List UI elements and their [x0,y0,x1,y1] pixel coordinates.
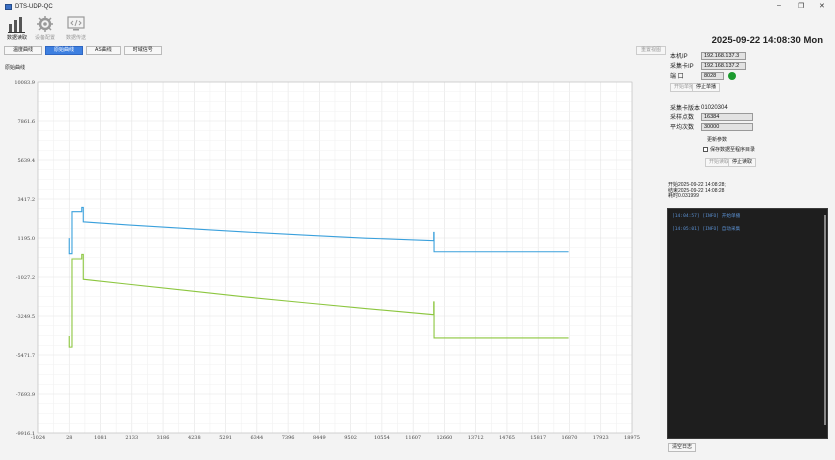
y-tick-label: -3249.5 [16,314,35,320]
tool-label: 数据传送 [65,35,86,41]
y-tick-label: 1195.0 [18,236,36,242]
port-field[interactable]: 8028 [701,71,724,80]
x-tick-label: 5291 [219,435,232,441]
port-row: 端 口 8028 [670,71,736,80]
datetime-display: 2025-09-22 14:08:30 Mon [711,35,823,46]
x-tick-label: 8449 [313,435,326,441]
x-tick-label: 12660 [436,435,452,441]
x-tick-label: 17923 [593,435,609,441]
avg-count-label: 平均次数 [670,125,695,131]
reset-view-button[interactable]: 重置视图 [636,46,667,55]
log-line: [14:04:57] [INFO] 开始单播 [672,214,741,219]
connection-status-led [728,71,736,80]
y-tick-label: 7861.6 [18,119,36,125]
y-tick-label: 5639.4 [18,158,36,164]
tool-data-read[interactable]: 数据读取 [3,15,31,43]
minimize-button[interactable]: – [777,2,781,9]
local-ip-label: 本机IP [670,54,688,60]
tab-bar: 温度曲线 原始曲线 AS曲线 时域信号 [4,46,162,55]
save-data-checkbox[interactable]: 保存数据至程序目录 [703,146,755,153]
sample-points-field[interactable]: 16384 [701,112,753,121]
x-tick-label: 6344 [250,435,263,441]
stop-read-button[interactable]: 停止读取 [728,158,757,167]
bar-chart-icon [8,17,25,33]
tool-label: 设备配置 [34,35,55,41]
x-tick-label: 11607 [405,435,421,441]
x-tick-label: 7396 [282,435,295,441]
tab-as-curve[interactable]: AS曲线 [86,46,121,55]
local-ip-field[interactable]: 192.168.137.3 [701,51,746,60]
tab-raw-curve[interactable]: 原始曲线 [45,46,84,55]
code-monitor-icon [67,16,85,31]
log-scrollbar[interactable] [824,215,826,425]
sample-points-row: 采样点数 16384 [670,112,753,121]
y-tick-label: 3417.2 [18,197,36,203]
x-tick-label: 28 [66,435,72,441]
gear-icon [37,16,53,32]
window-title: DTS-UDP-QC [15,3,53,10]
y-tick-label: -9916.1 [16,431,35,437]
tab-temperature-curve[interactable]: 温度曲线 [4,46,43,55]
app-icon [5,3,12,10]
x-tick-label: 13712 [468,435,484,441]
x-tick-label: 3186 [157,435,170,441]
timing-info: 开始2025-09-22 14:08:28; 结束2025-09-22 14:0… [668,182,726,200]
title-bar: DTS-UDP-QC [0,0,835,13]
x-tick-label: 15817 [530,435,546,441]
y-tick-label: -5471.7 [16,353,35,359]
x-axis: -1024 28 1081 2133 3186 4238 5291 6344 7396 8449 9… [31,435,640,441]
tool-data-transfer[interactable]: 数据传送 [62,15,90,43]
timing-elapsed: 耗时0.031999 [668,193,699,200]
x-tick-label: 2133 [125,435,138,441]
x-tick-label: 10554 [374,435,390,441]
x-tick-label: 16870 [562,435,578,441]
y-axis: 10083.9 7861.6 5639.4 3417.2 1195.0 -1027.2 -3… [14,80,35,437]
log-console[interactable]: [14:04:57] [INFO] 开始单播 [14:05:01] [INFO]… [667,208,828,439]
local-ip-row: 本机IP 192.168.137.3 [670,51,746,60]
save-data-label: 保存数据至程序目录 [710,147,756,153]
x-tick-label: 9502 [344,435,357,441]
avg-count-row: 平均次数 30000 [670,122,753,131]
port-label: 端 口 [670,74,684,80]
sample-points-label: 采样点数 [670,115,695,121]
x-tick-label: 18975 [624,435,640,441]
close-button[interactable]: ✕ [819,2,825,10]
card-version-value: 01020304 [701,104,728,111]
update-params-button[interactable]: 更新参数 [707,136,727,143]
card-ip-row: 采集卡IP 192.168.137.2 [670,61,746,70]
clear-log-button[interactable]: 清空日志 [668,443,697,452]
toolbar: 数据读取 设备配置 数据传送 2025-09-22 14:08:30 Mon [0,13,835,46]
y-tick-label: 10083.9 [14,80,35,86]
stop-single-button[interactable]: 停止单播 [692,83,721,92]
checkbox-box[interactable] [703,147,708,152]
y-tick-label: -7693.9 [16,392,35,398]
tab-time-domain[interactable]: 时域信号 [123,46,162,55]
card-ip-field[interactable]: 192.168.137.2 [701,61,746,70]
log-line: [14:05:01] [INFO] 自动采集 [672,227,741,232]
card-version-row: 采集卡版本 01020304 [670,103,728,113]
y-tick-label: -1027.2 [16,275,35,281]
card-ip-label: 采集卡IP [670,64,694,70]
raw-curve-chart[interactable]: -1024 28 1081 2133 3186 4238 5291 6344 7396 8449 9… [0,70,660,450]
tool-device-config[interactable]: 设备配置 [31,15,59,43]
tool-label: 数据读取 [6,35,27,41]
x-tick-label: 4238 [188,435,201,441]
x-tick-label: 1081 [94,435,107,441]
avg-count-field[interactable]: 30000 [701,122,753,131]
x-tick-label: 14765 [499,435,515,441]
card-version-label: 采集卡版本 [670,106,701,112]
maximize-button[interactable]: ❐ [798,2,804,10]
